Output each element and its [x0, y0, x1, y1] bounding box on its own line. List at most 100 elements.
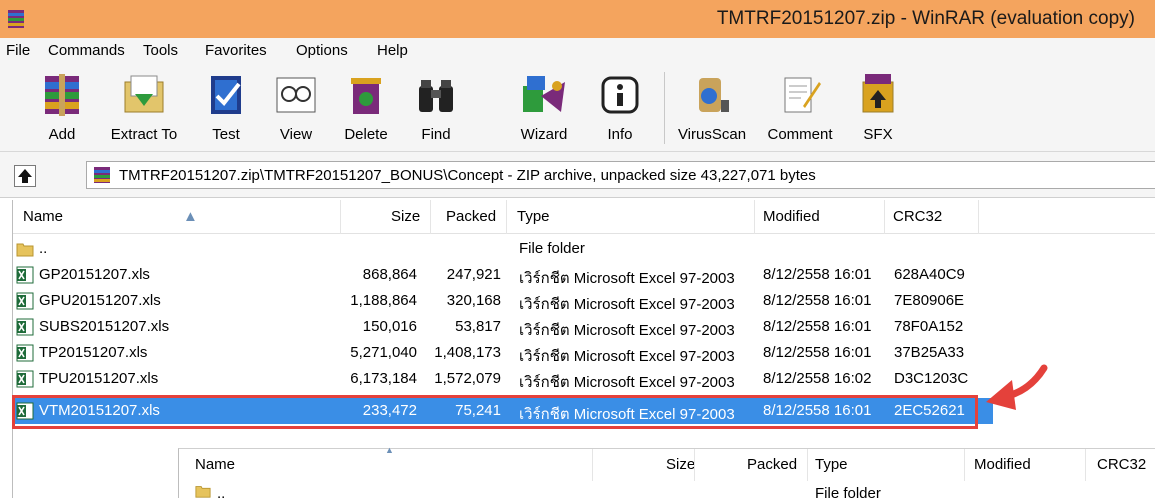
- table-row[interactable]: GPU20151207.xls 1,188,864 320,168 เวิร์ก…: [13, 288, 993, 314]
- file-name: GPU20151207.xls: [39, 292, 161, 309]
- column-name[interactable]: Name: [195, 456, 235, 473]
- column-type[interactable]: Type: [815, 456, 848, 473]
- file-type: File folder: [519, 240, 585, 257]
- delete-button[interactable]: Delete: [336, 64, 396, 150]
- add-button[interactable]: Add: [32, 64, 92, 150]
- sort-ascending-icon: ▲: [385, 445, 394, 455]
- up-one-level-button[interactable]: [14, 165, 36, 187]
- extract-to-icon: [124, 75, 164, 113]
- file-crc32: D3C1203C: [894, 370, 969, 387]
- delete-recycle-icon: [351, 78, 381, 114]
- table-row[interactable]: TP20151207.xls 5,271,040 1,408,173 เวิร์…: [13, 340, 993, 366]
- column-packed[interactable]: Packed: [446, 208, 496, 225]
- address-bar: TMTRF20151207.zip\TMTRF20151207_BONUS\Co…: [0, 152, 1155, 198]
- menu-help[interactable]: Help: [377, 42, 408, 59]
- file-size: 1,188,864: [350, 292, 417, 309]
- file-crc32: 78F0A152: [894, 318, 964, 335]
- menu-file[interactable]: File: [6, 42, 30, 59]
- comment-button[interactable]: Comment: [760, 64, 840, 150]
- file-type: เวิร์กชีต Microsoft Excel 97-2003: [519, 270, 735, 287]
- file-crc32: 7E80906E: [894, 292, 965, 309]
- column-modified[interactable]: Modified: [974, 456, 1031, 473]
- file-packed: 1,408,173: [434, 344, 501, 361]
- menu-bar: File Commands Tools Favorites Options He…: [0, 38, 1155, 64]
- file-size: 5,271,040: [350, 344, 417, 361]
- list-item-parent-folder[interactable]: .. File folder: [179, 481, 1155, 502]
- excel-file-icon: [16, 292, 34, 310]
- column-crc32[interactable]: CRC32: [893, 208, 942, 225]
- folder-icon: [16, 243, 34, 257]
- window-title: TMTRF20151207.zip - WinRAR (evaluation c…: [716, 8, 1135, 29]
- file-modified: 8/12/2558 16:01: [763, 318, 872, 335]
- sfx-icon: [862, 74, 894, 113]
- test-button[interactable]: Test: [196, 64, 256, 150]
- file-type: เวิร์กชีต Microsoft Excel 97-2003: [519, 374, 735, 391]
- toolbar: Add Extract To Test View Delete Find Wiz…: [0, 64, 1155, 152]
- menu-tools[interactable]: Tools: [143, 42, 178, 59]
- excel-file-icon: [16, 318, 34, 336]
- folder-icon: [195, 486, 211, 498]
- comment-label: Comment: [767, 126, 833, 143]
- extract-to-label: Extract To: [110, 126, 178, 143]
- menu-favorites[interactable]: Favorites: [205, 42, 267, 59]
- binoculars-icon: [419, 80, 453, 112]
- wizard-icon: [523, 76, 565, 112]
- info-icon: [601, 76, 639, 114]
- virusscan-button[interactable]: VirusScan: [670, 64, 754, 150]
- file-size: 868,864: [362, 266, 417, 283]
- file-packed: 247,921: [446, 266, 501, 283]
- info-label: Info: [607, 126, 633, 143]
- find-button[interactable]: Find: [406, 64, 466, 150]
- path-field[interactable]: TMTRF20151207.zip\TMTRF20151207_BONUS\Co…: [86, 161, 1155, 189]
- file-size: 150,016: [362, 318, 417, 335]
- find-label: Find: [421, 126, 451, 143]
- column-size[interactable]: Size: [666, 456, 695, 473]
- file-packed: 320,168: [446, 292, 501, 309]
- column-packed[interactable]: Packed: [747, 456, 797, 473]
- wizard-button[interactable]: Wizard: [506, 64, 582, 150]
- file-packed: 53,817: [455, 318, 501, 335]
- file-name: ..: [39, 240, 48, 257]
- arrow-up-icon: [18, 169, 32, 183]
- menu-commands[interactable]: Commands: [48, 42, 125, 59]
- excel-file-icon: [16, 266, 34, 284]
- table-row[interactable]: TPU20151207.xls 6,173,184 1,572,079 เวิร…: [13, 366, 993, 392]
- title-bar: TMTRF20151207.zip - WinRAR (evaluation c…: [0, 0, 1155, 38]
- extract-to-button[interactable]: Extract To: [104, 64, 184, 150]
- file-size: 6,173,184: [350, 370, 417, 387]
- comment-icon: [784, 77, 821, 113]
- column-size[interactable]: Size: [391, 208, 420, 225]
- excel-file-icon: [16, 344, 34, 362]
- list-item-parent-folder[interactable]: .. File folder: [13, 236, 993, 262]
- add-label: Add: [48, 126, 76, 143]
- file-name: TP20151207.xls: [39, 344, 148, 361]
- sort-ascending-icon: ▲: [183, 208, 198, 225]
- excel-file-icon: [16, 370, 34, 388]
- view-file-icon: [276, 77, 316, 113]
- virus-scan-icon: [699, 78, 729, 112]
- file-name: ..: [217, 485, 226, 502]
- test-label: Test: [212, 126, 240, 143]
- file-type: File folder: [815, 485, 881, 502]
- file-type: เวิร์กชีต Microsoft Excel 97-2003: [519, 322, 735, 339]
- view-button[interactable]: View: [266, 64, 326, 150]
- winrar-app-icon[interactable]: [6, 9, 26, 29]
- archive-icon: [94, 167, 110, 183]
- sfx-button[interactable]: SFX: [848, 64, 908, 150]
- file-crc32: 628A40C9: [894, 266, 965, 283]
- file-name: TPU20151207.xls: [39, 370, 159, 387]
- file-crc32: 37B25A33: [894, 344, 965, 361]
- add-archive-icon: [45, 74, 79, 116]
- file-type: เวิร์กชีต Microsoft Excel 97-2003: [519, 348, 735, 365]
- sfx-label: SFX: [863, 126, 893, 143]
- table-row[interactable]: GP20151207.xls 868,864 247,921 เวิร์กชีต…: [13, 262, 993, 288]
- info-button[interactable]: Info: [590, 64, 650, 150]
- test-archive-icon: [211, 76, 241, 114]
- table-row[interactable]: SUBS20151207.xls 150,016 53,817 เวิร์กชี…: [13, 314, 993, 340]
- column-type[interactable]: Type: [517, 208, 550, 225]
- column-modified[interactable]: Modified: [763, 208, 820, 225]
- annotation-arrow-icon: [986, 364, 1048, 410]
- column-crc32[interactable]: CRC32: [1097, 456, 1146, 473]
- menu-options[interactable]: Options: [296, 42, 348, 59]
- column-name[interactable]: Name: [23, 208, 63, 225]
